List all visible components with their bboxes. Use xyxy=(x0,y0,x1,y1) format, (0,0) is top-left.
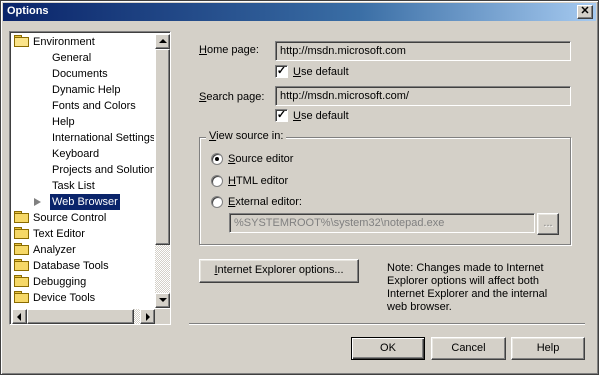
tree-item-environment[interactable]: Environment xyxy=(14,34,95,50)
folder-icon xyxy=(14,243,29,255)
close-icon: ✕ xyxy=(580,5,590,17)
tree-item-label: International Settings xyxy=(52,132,154,144)
browse-button[interactable]: ... xyxy=(537,213,559,235)
folder-icon xyxy=(14,227,29,239)
tree-item-label: Database Tools xyxy=(33,260,109,272)
external-editor-radio[interactable] xyxy=(211,196,223,208)
home-page-use-default-checkbox[interactable]: ✓ xyxy=(275,65,288,78)
title-bar[interactable]: Options ✕ xyxy=(3,3,596,21)
search-page-use-default-checkbox[interactable]: ✓ xyxy=(275,109,288,122)
tree-item-source-control[interactable]: Source Control xyxy=(14,210,106,226)
cancel-button[interactable]: Cancel xyxy=(431,337,506,360)
search-page-label: Search page: xyxy=(199,91,265,103)
arrow-left-icon xyxy=(17,313,21,321)
scroll-left-button[interactable] xyxy=(12,309,27,324)
tree-item-label: Environment xyxy=(33,36,95,48)
tree-item-documents[interactable]: Documents xyxy=(52,66,108,82)
tree-item-label: Keyboard xyxy=(52,148,100,160)
view-source-group-title: View source in: xyxy=(206,130,287,142)
folder-icon xyxy=(14,259,29,271)
tree-item-label: Debugging xyxy=(33,276,87,288)
source-editor-label[interactable]: Source editor xyxy=(228,153,293,165)
tree-item-label: Analyzer xyxy=(33,244,76,256)
horizontal-scroll-thumb[interactable] xyxy=(27,309,134,324)
note-line: Internet Explorer and the internal xyxy=(387,288,548,300)
tree-item-fonts-and-colors[interactable]: Fonts and Colors xyxy=(52,98,136,114)
tree-items: Environment General Documents Dynamic He… xyxy=(12,34,154,308)
tree-vertical-scrollbar[interactable] xyxy=(155,34,170,308)
tree-item-label: Task List xyxy=(52,180,95,192)
home-page-label: Home page: xyxy=(199,44,259,56)
scroll-down-button[interactable] xyxy=(155,293,170,308)
note-line: web browser. xyxy=(387,301,452,313)
selection-arrow-icon xyxy=(34,198,41,206)
ok-button[interactable]: OK xyxy=(351,337,425,360)
tree-item-text-editor[interactable]: Text Editor xyxy=(14,226,85,242)
options-tree: Environment General Documents Dynamic He… xyxy=(9,31,171,325)
checkmark-icon: ✓ xyxy=(276,109,287,121)
html-editor-label[interactable]: HTML editor xyxy=(228,175,288,187)
tree-item-label: Projects and Solutions xyxy=(52,164,154,176)
help-button[interactable]: Help xyxy=(511,337,585,360)
tree-item-projects-and-solutions[interactable]: Projects and Solutions xyxy=(52,162,154,178)
tree-item-label: Text Editor xyxy=(33,228,85,240)
home-page-input[interactable]: http://msdn.microsoft.com xyxy=(275,41,571,61)
tree-item-label: General xyxy=(52,52,92,64)
tree-item-device-tools[interactable]: Device Tools xyxy=(14,290,95,306)
tree-item-task-list[interactable]: Task List xyxy=(52,178,95,194)
tree-item-label: Dynamic Help xyxy=(52,84,121,96)
folder-icon xyxy=(14,275,29,287)
tree-item-general[interactable]: General xyxy=(52,50,91,66)
separator-line xyxy=(189,323,585,325)
tree-item-help[interactable]: Help xyxy=(52,114,75,130)
tree-item-dynamic-help[interactable]: Dynamic Help xyxy=(52,82,120,98)
tree-item-database-tools[interactable]: Database Tools xyxy=(14,258,109,274)
tree-item-label: Help xyxy=(52,116,75,128)
tree-item-web-browser[interactable]: Web Browser xyxy=(12,193,152,211)
scroll-up-button[interactable] xyxy=(155,34,170,49)
folder-icon xyxy=(14,211,29,223)
options-dialog: Options ✕ Environment General Documents … xyxy=(0,0,599,375)
scroll-right-button[interactable] xyxy=(140,309,155,324)
tree-item-analyzer[interactable]: Analyzer xyxy=(14,242,76,258)
home-page-use-default-label[interactable]: Use default xyxy=(293,66,349,78)
html-editor-radio[interactable] xyxy=(211,175,223,187)
tree-item-label: Source Control xyxy=(33,212,107,224)
external-editor-path-input[interactable]: %SYSTEMROOT%\system32\notepad.exe xyxy=(229,213,535,233)
tree-item-label: Fonts and Colors xyxy=(52,100,136,112)
search-page-use-default-label[interactable]: Use default xyxy=(293,110,349,122)
window-title: Options xyxy=(7,5,49,17)
arrow-down-icon xyxy=(159,298,167,302)
tree-horizontal-scrollbar[interactable] xyxy=(12,309,155,324)
scrollbar-corner xyxy=(155,309,170,324)
tree-item-label: Web Browser xyxy=(49,193,121,211)
search-page-input[interactable]: http://msdn.microsoft.com/ xyxy=(275,86,571,106)
folder-icon xyxy=(14,291,29,303)
tree-item-debugging[interactable]: Debugging xyxy=(14,274,86,290)
source-editor-radio[interactable] xyxy=(211,153,223,165)
tree-item-keyboard[interactable]: Keyboard xyxy=(52,146,99,162)
tree-item-international-settings[interactable]: International Settings xyxy=(52,130,154,146)
close-button[interactable]: ✕ xyxy=(577,5,593,19)
tree-item-label: Device Tools xyxy=(33,292,96,304)
internet-explorer-options-button[interactable]: Internet Explorer options... xyxy=(199,259,359,283)
external-editor-label[interactable]: External editor: xyxy=(228,196,302,208)
tree-item-label: Documents xyxy=(52,68,108,80)
arrow-up-icon xyxy=(159,39,167,43)
folder-open-icon xyxy=(14,35,29,47)
vertical-scroll-thumb[interactable] xyxy=(155,49,170,245)
arrow-right-icon xyxy=(146,313,150,321)
note-line: Note: Changes made to Internet xyxy=(387,262,544,274)
checkmark-icon: ✓ xyxy=(276,65,287,77)
note-line: Explorer options will affect both xyxy=(387,275,540,287)
note-text: Note: Changes made to Internet Explorer … xyxy=(387,262,547,314)
